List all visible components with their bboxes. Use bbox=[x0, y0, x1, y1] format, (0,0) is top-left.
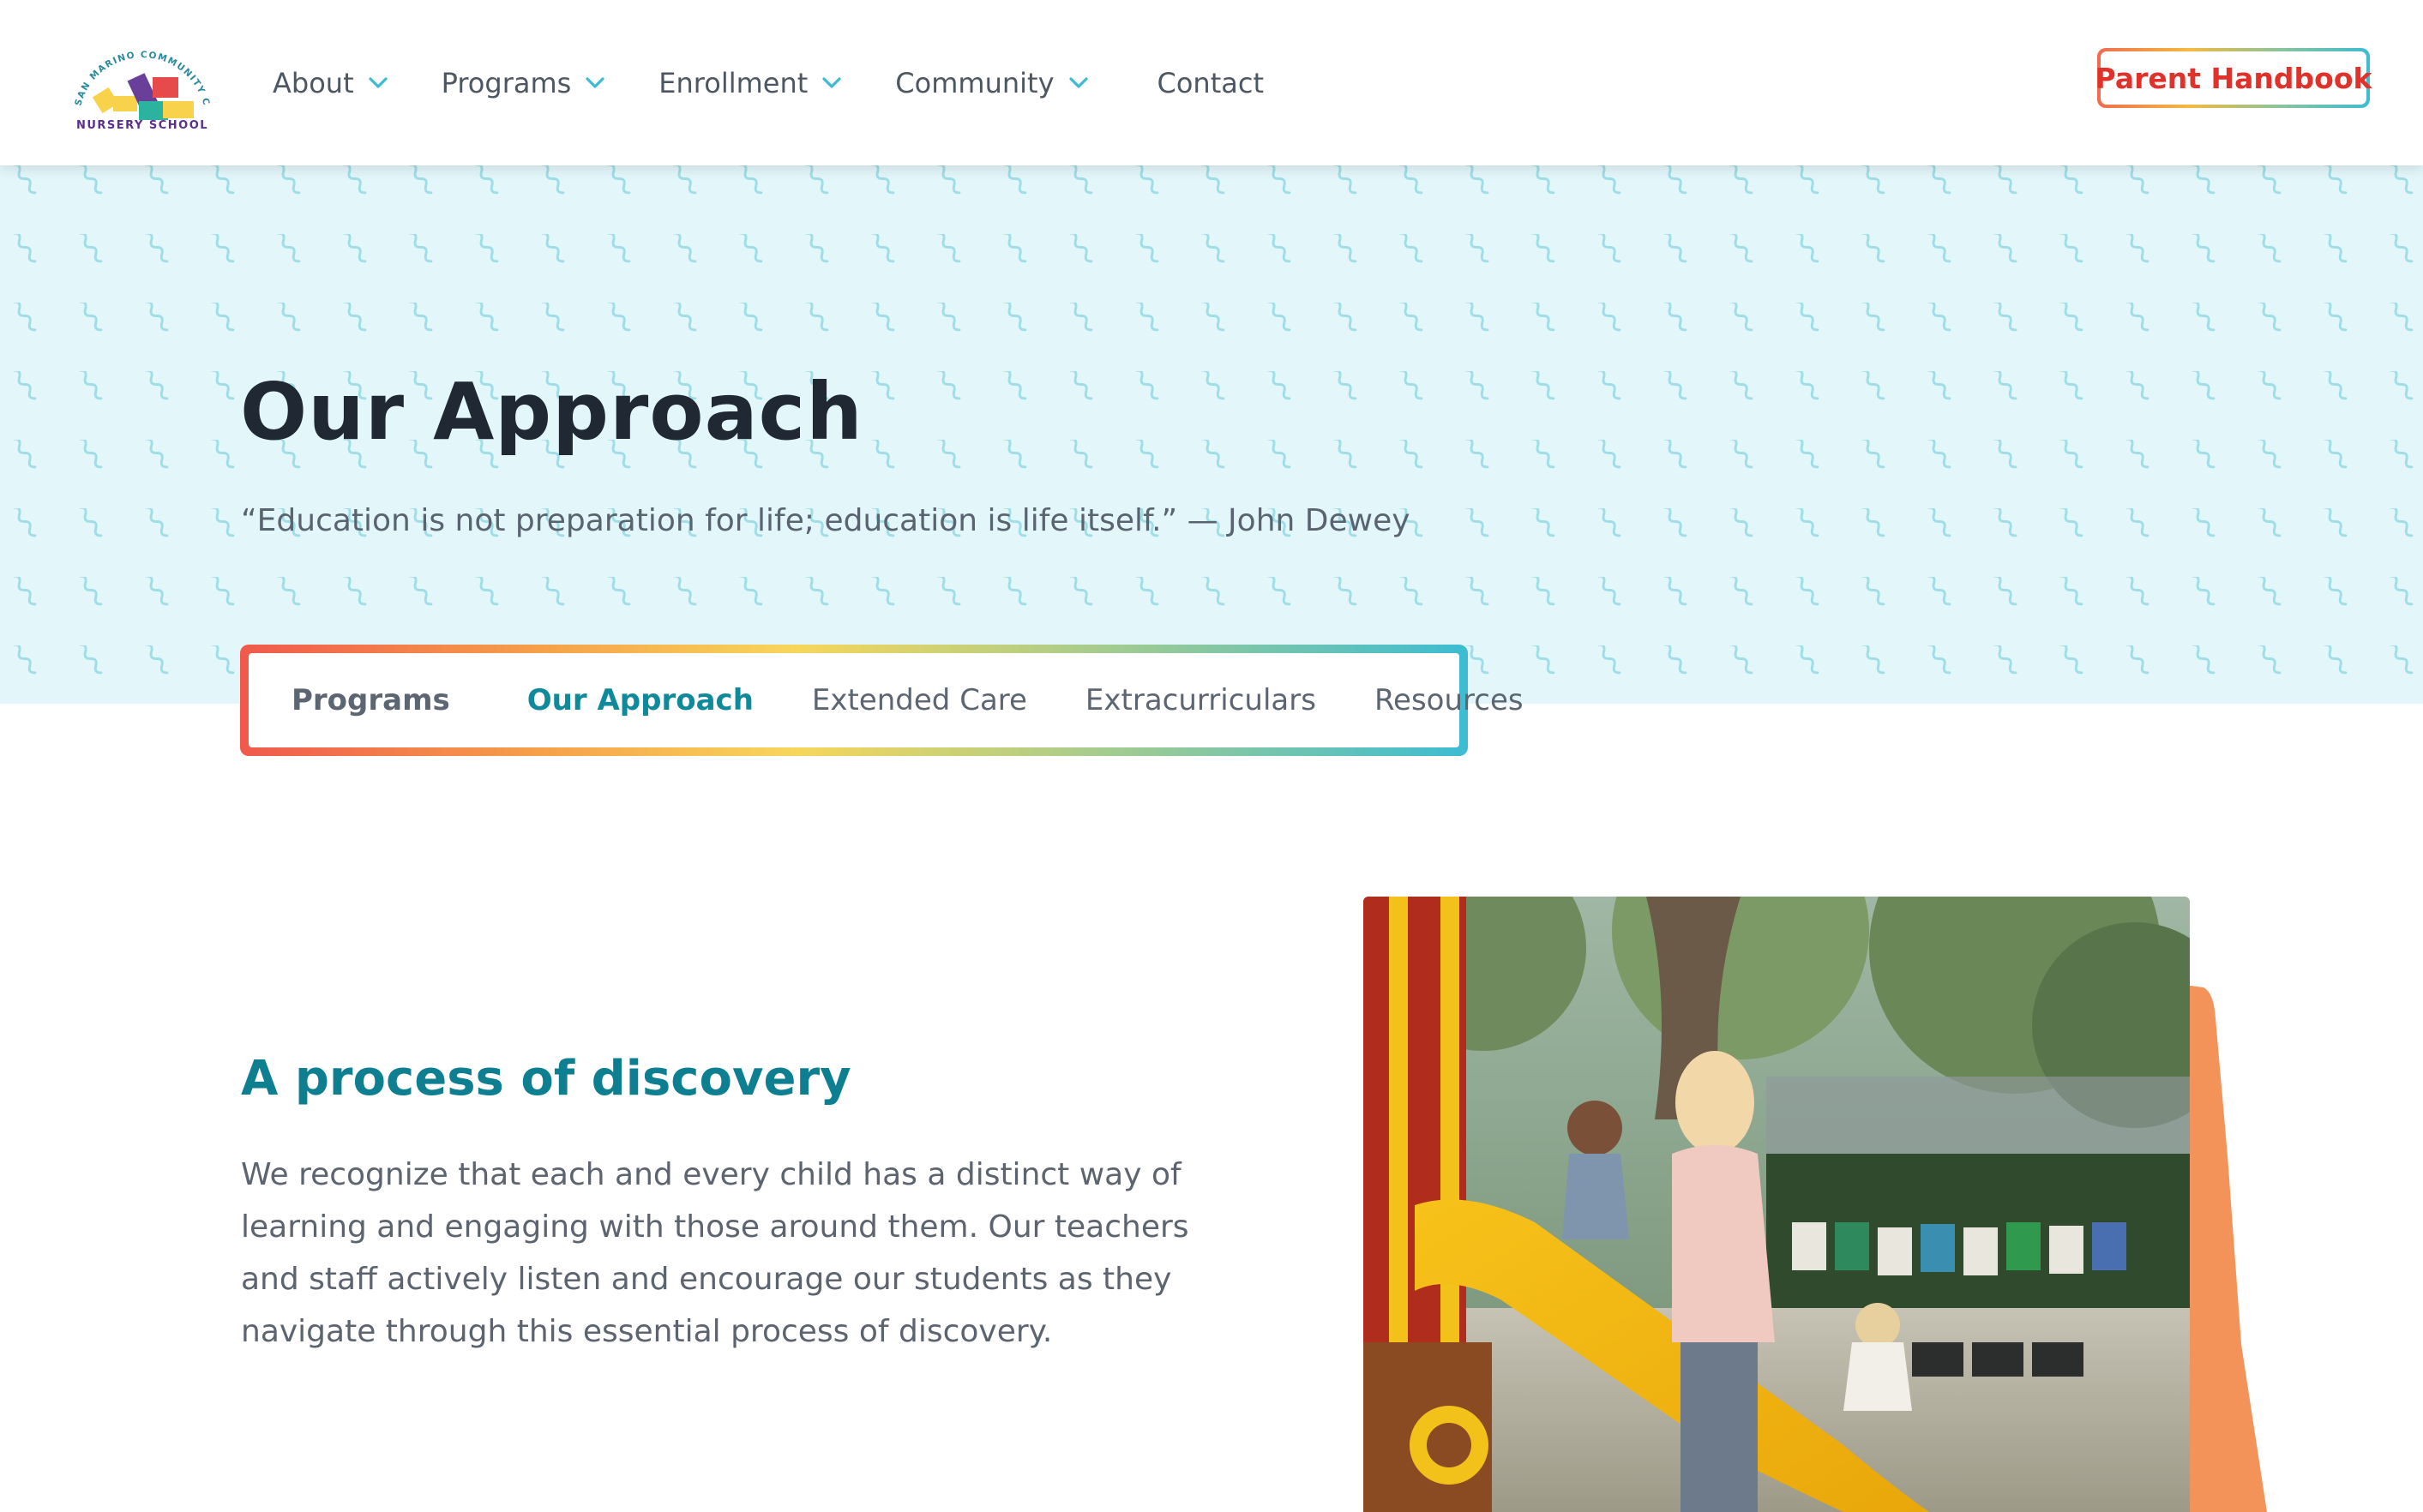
site-header: SAN MARINO COMMUNITY CHURCH NURSERY SCHO… bbox=[0, 0, 2423, 165]
nav-label: About bbox=[273, 66, 354, 99]
nav-item-contact[interactable]: Contact bbox=[1157, 67, 1265, 99]
nav-item-enrollment[interactable]: Enrollment bbox=[658, 67, 842, 99]
nav-item-programs[interactable]: Programs bbox=[442, 67, 606, 99]
svg-text:NURSERY SCHOOL: NURSERY SCHOOL bbox=[76, 119, 208, 132]
decorative-orange-shape bbox=[2178, 984, 2267, 1512]
main-nav: About Programs Enrollment Community Cont… bbox=[273, 0, 1317, 165]
nav-item-about[interactable]: About bbox=[273, 67, 388, 99]
nav-label: Enrollment bbox=[658, 66, 809, 99]
section-body: We recognize that each and every child h… bbox=[241, 1157, 1189, 1349]
classroom-photo bbox=[1363, 897, 2190, 1512]
subnav-link-our-approach[interactable]: Our Approach bbox=[527, 683, 754, 717]
subnav-link-resources[interactable]: Resources bbox=[1374, 683, 1524, 717]
chevron-down-icon bbox=[822, 76, 841, 88]
hero-quote: “Education is not preparation for life; … bbox=[241, 503, 1410, 538]
subnav-inner: Programs Our Approach Extended Care Extr… bbox=[249, 653, 1524, 747]
chevron-down-icon bbox=[1068, 76, 1088, 88]
nav-item-community[interactable]: Community bbox=[895, 67, 1088, 99]
section-heading: A process of discovery bbox=[241, 1051, 851, 1107]
page-title: Our Approach bbox=[240, 366, 863, 458]
subnav-link-extended-care[interactable]: Extended Care bbox=[812, 683, 1027, 717]
programs-subnav: Programs Our Approach Extended Care Extr… bbox=[240, 645, 1524, 756]
nav-label: Contact bbox=[1157, 66, 1265, 99]
subnav-section-label: Programs bbox=[292, 683, 450, 717]
subnav-link-extracurriculars[interactable]: Extracurriculars bbox=[1085, 683, 1316, 717]
nav-label: Programs bbox=[441, 66, 572, 99]
nav-label: Community bbox=[895, 66, 1055, 99]
chevron-down-icon bbox=[369, 76, 388, 88]
hero-banner: Our Approach “Education is not preparati… bbox=[0, 165, 2423, 704]
parent-handbook-label: Parent Handbook bbox=[2095, 51, 2372, 105]
parent-handbook-button[interactable]: Parent Handbook bbox=[2095, 48, 2372, 108]
chevron-down-icon bbox=[586, 76, 604, 88]
school-logo[interactable]: SAN MARINO COMMUNITY CHURCH NURSERY SCHO… bbox=[57, 15, 223, 134]
